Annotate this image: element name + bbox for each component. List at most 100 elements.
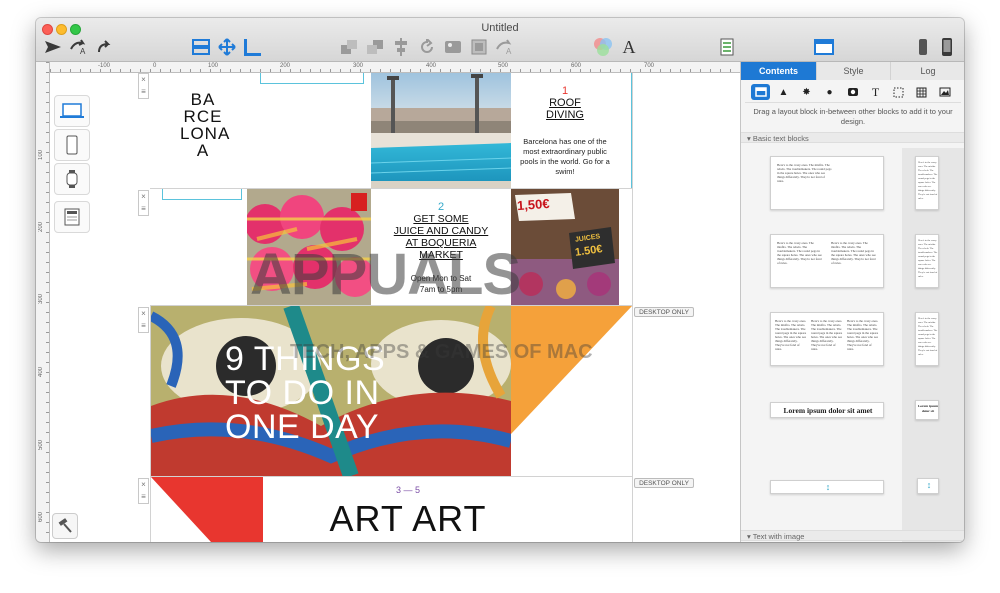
move-icon[interactable] <box>216 36 238 58</box>
send-icon[interactable] <box>42 36 64 58</box>
hero-image[interactable]: 9 THINGS TO DO IN ONE DAY <box>151 306 511 476</box>
grid-line <box>632 73 633 542</box>
block-handle[interactable]: × ≡ <box>138 307 149 333</box>
iphone-icon[interactable] <box>914 36 932 58</box>
barcelona-title-cell[interactable]: BA RCE LONA A <box>150 73 256 188</box>
picture-icon[interactable] <box>935 84 954 100</box>
ruler-label: 500 <box>38 440 44 451</box>
style-icon[interactable]: A <box>494 36 516 58</box>
app-window: Untitled A A A -100 0 100 200 300 400 50… <box>36 18 964 542</box>
roof-diving-card[interactable]: 1 ROOF DIVING Barcelona has one of the m… <box>511 73 632 188</box>
email-preview-icon[interactable] <box>54 201 90 233</box>
format-painter-icon[interactable]: A <box>68 36 90 58</box>
headline-line: TO DO IN <box>225 374 380 412</box>
template-one-column[interactable]: Here's to the crazy ones. The misfits. T… <box>770 156 884 210</box>
sidebar-icon[interactable] <box>812 36 836 58</box>
template-one-column-narrow[interactable]: Here's to the crazy ones. The misfits. T… <box>915 156 939 210</box>
thumb-text: Here's to the crazy ones. The misfits. T… <box>811 319 843 351</box>
ruler-label: 400 <box>426 63 437 69</box>
section-text-with-image[interactable]: ▾ Text with image <box>741 530 964 541</box>
pattern-icon[interactable] <box>912 84 931 100</box>
template-three-column-narrow[interactable]: Here's to the crazy ones. The misfits. T… <box>915 312 939 366</box>
phone-icon[interactable] <box>938 36 956 58</box>
svg-text:A: A <box>80 47 86 55</box>
ruler-label: 0 <box>153 63 157 69</box>
ruler-icon[interactable] <box>242 36 264 58</box>
template-two-column-narrow[interactable]: Here's to the crazy ones. The misfits. T… <box>915 234 939 288</box>
block-handle[interactable]: × ≡ <box>138 73 149 99</box>
vertical-ruler[interactable]: 100 200 300 400 500 600 <box>36 62 50 542</box>
thumb-text: Here's to the crazy ones. The misfits. T… <box>831 241 876 265</box>
triangle-icon[interactable]: ▲ <box>774 84 793 100</box>
block-handle[interactable]: × ≡ <box>138 478 149 504</box>
horizontal-ruler[interactable]: -100 0 100 200 300 400 500 600 700 <box>50 62 740 73</box>
desktop-only-badge: DESKTOP ONLY <box>634 478 694 488</box>
layout-icon[interactable] <box>190 36 212 58</box>
tab-log[interactable]: Log <box>891 62 964 80</box>
desktop-only-badge: DESKTOP ONLY <box>634 307 694 317</box>
ruler-label: 600 <box>38 512 44 523</box>
block-handle[interactable]: × ≡ <box>138 190 149 216</box>
empty-cell[interactable] <box>150 189 247 305</box>
section-label: Text with image <box>752 532 805 541</box>
item-number: 1 <box>561 85 569 97</box>
ruler-label: 300 <box>353 63 364 69</box>
empty-cell[interactable] <box>256 73 371 188</box>
template-heading-narrow[interactable]: Lorem ipsum dolor sit <box>915 400 939 420</box>
svg-text:A: A <box>506 47 512 55</box>
colors-icon[interactable] <box>592 36 614 58</box>
template-heading[interactable]: Lorem ipsum dolor sit amet <box>770 402 884 418</box>
watch-preview-icon[interactable] <box>54 163 90 195</box>
design-canvas[interactable]: × ≡ BA RCE LONA A 1 ROOF DIVING Barcelon… <box>50 73 740 542</box>
item-body: Barcelona has one of the most extraordin… <box>520 137 610 176</box>
tab-contents[interactable]: Contents <box>741 62 817 80</box>
pool-photo[interactable] <box>371 73 511 188</box>
tab-style[interactable]: Style <box>817 62 891 80</box>
send-back-icon[interactable] <box>364 36 386 58</box>
orange-triangle <box>511 306 632 476</box>
font-icon[interactable]: A <box>618 36 640 58</box>
dotted-frame-icon[interactable] <box>889 84 908 100</box>
template-spacer[interactable]: ↕ <box>770 480 884 494</box>
title-line: RCE <box>183 107 223 126</box>
item-title-line: DIVING <box>546 109 584 121</box>
ruler-label: 100 <box>38 150 44 161</box>
tablet-preview-icon[interactable] <box>54 129 90 161</box>
layout-icon[interactable] <box>751 84 770 100</box>
thumb-text: Here's to the crazy ones. The misfits. T… <box>775 319 807 351</box>
ruler-label: 600 <box>571 63 582 69</box>
pin-icon[interactable]: ● <box>820 84 839 100</box>
item-number: 2 <box>437 201 445 213</box>
text-icon[interactable]: T <box>866 84 885 100</box>
template-two-column[interactable]: Here's to the crazy ones. The misfits. T… <box>770 234 884 288</box>
laptop-preview-icon[interactable] <box>54 95 90 127</box>
template-spacer-narrow[interactable]: ↕ <box>917 478 939 494</box>
inspector-sidebar: Contents Style Log ▲ ✸ ● T Drag a layout… <box>740 62 964 542</box>
thumb-heading: Lorem ipsum dolor sit amet <box>783 406 873 415</box>
camera-icon[interactable] <box>843 84 862 100</box>
ruler-label: 200 <box>38 222 44 233</box>
ruler-label: 700 <box>644 63 655 69</box>
juice-photo[interactable]: 1,50€ JUICES 1.50€ <box>511 189 619 305</box>
redo-icon[interactable] <box>94 36 116 58</box>
ruler-label: 400 <box>38 367 44 378</box>
sidebar-hint: Drag a layout block in-between other blo… <box>753 107 953 126</box>
align-icon[interactable] <box>390 36 412 58</box>
bring-front-icon[interactable] <box>338 36 360 58</box>
section-basic-text[interactable]: ▾ Basic text blocks <box>741 132 964 143</box>
watermark-tagline: TECH, APPS & GAMES OF MAC <box>290 341 593 363</box>
thumb-text: Here's to the crazy ones. The misfits. T… <box>918 239 938 278</box>
resize-arrow-icon: ↕ <box>926 480 932 490</box>
thumb-heading: Lorem ipsum dolor sit <box>917 404 939 413</box>
template-three-column[interactable]: Here's to the crazy ones. The misfits. T… <box>770 312 884 366</box>
crop-icon[interactable] <box>468 36 490 58</box>
title-line: BA <box>190 90 216 109</box>
title-line: A <box>196 141 210 160</box>
hammer-icon[interactable] <box>52 513 78 539</box>
burst-icon[interactable]: ✸ <box>797 84 816 100</box>
checklist-icon[interactable] <box>716 36 738 58</box>
art-card[interactable]: 3 — 5 ART ART <box>263 477 632 542</box>
window-title: Untitled <box>481 22 519 34</box>
rotate-icon[interactable] <box>416 36 438 58</box>
image-icon[interactable] <box>442 36 464 58</box>
